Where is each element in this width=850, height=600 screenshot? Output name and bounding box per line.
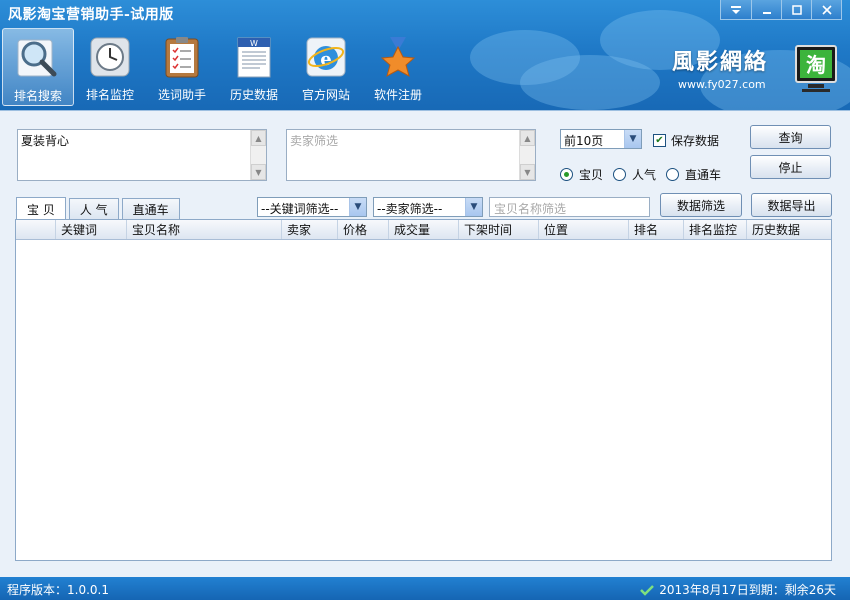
toolbar-register[interactable]: 软件注册 bbox=[362, 28, 434, 106]
window-controls bbox=[720, 0, 842, 20]
clipboard-icon bbox=[159, 34, 205, 80]
save-data-label: 保存数据 bbox=[671, 134, 720, 148]
mode-radio-ztc[interactable]: 直通车 bbox=[666, 166, 721, 183]
keyword-filter-select[interactable]: --关键词筛选-- ▼ bbox=[257, 197, 367, 217]
column-header[interactable]: 成交量 bbox=[389, 220, 459, 239]
save-data-checkbox[interactable]: ✔ 保存数据 bbox=[653, 132, 719, 149]
taobao-logo-icon: 淘 bbox=[794, 44, 838, 94]
check-shield-icon bbox=[640, 584, 655, 596]
checkmark-icon[interactable]: ✔ bbox=[653, 134, 666, 147]
expiry-text: 2013年8月17日到期：剩余26天 bbox=[659, 583, 836, 597]
result-tabs: 宝 贝 人 气 直通车 bbox=[16, 197, 183, 220]
column-header[interactable]: 宝贝名称 bbox=[127, 220, 282, 239]
tab-item[interactable]: 宝 贝 bbox=[16, 197, 66, 220]
chevron-down-icon[interactable]: ▼ bbox=[624, 130, 641, 148]
toolbar-rank-search[interactable]: 排名搜索 bbox=[2, 28, 74, 106]
toolbar-label: 排名搜索 bbox=[13, 89, 62, 103]
close-icon[interactable] bbox=[812, 0, 842, 20]
tab-ztc[interactable]: 直通车 bbox=[121, 198, 180, 220]
column-header[interactable]: 卖家 bbox=[282, 220, 338, 239]
pages-select[interactable]: 前10页 ▼ bbox=[560, 129, 642, 149]
toolbar-rank-monitor[interactable]: 排名监控 bbox=[74, 28, 146, 106]
chevron-down-icon[interactable]: ▼ bbox=[465, 198, 482, 216]
seller-filter-value: --卖家筛选-- bbox=[377, 202, 443, 216]
column-header[interactable]: 排名 bbox=[629, 220, 684, 239]
seller-scrollbar[interactable]: ▲ ▼ bbox=[519, 130, 535, 180]
toolbar-label: 选词助手 bbox=[157, 88, 206, 102]
document-icon: W bbox=[231, 34, 277, 80]
radio-selected-icon[interactable] bbox=[560, 168, 573, 181]
toolbar-label: 软件注册 bbox=[373, 88, 422, 102]
title-bar: 风影淘宝营销助手-试用版 排名搜索 排名监控 选词助手 W 历史数据 e 官方网… bbox=[0, 0, 850, 110]
clock-icon bbox=[87, 34, 133, 80]
data-export-button[interactable]: 数据导出 bbox=[751, 193, 832, 217]
main-toolbar: 排名搜索 排名监控 选词助手 W 历史数据 e 官方网站 软件注册 bbox=[2, 28, 434, 106]
svg-text:W: W bbox=[250, 39, 258, 48]
menu-dropdown-icon[interactable] bbox=[720, 0, 752, 20]
scroll-down-icon[interactable]: ▼ bbox=[251, 164, 266, 180]
expiry-info: 2013年8月17日到期：剩余26天 bbox=[640, 581, 836, 598]
toolbar-label: 官方网站 bbox=[301, 88, 350, 102]
toolbar-history-data[interactable]: W 历史数据 bbox=[218, 28, 290, 106]
svg-text:e: e bbox=[320, 49, 331, 70]
seller-filter-input[interactable]: 卖家筛选 ▲ ▼ bbox=[286, 129, 536, 181]
table-header: 关键词 宝贝名称 卖家 价格 成交量 下架时间 位置 排名 排名监控 历史数据 bbox=[16, 220, 831, 240]
mode-radio-item[interactable]: 宝贝 bbox=[560, 166, 603, 183]
toolbar-word-helper[interactable]: 选词助手 bbox=[146, 28, 218, 106]
column-header[interactable] bbox=[16, 220, 56, 239]
scroll-up-icon[interactable]: ▲ bbox=[520, 130, 535, 146]
medal-icon bbox=[375, 34, 421, 80]
mode-radio-popularity[interactable]: 人气 bbox=[613, 166, 656, 183]
status-bar: 程序版本：1.0.0.1 2013年8月17日到期：剩余26天 bbox=[0, 577, 850, 600]
toolbar-label: 历史数据 bbox=[229, 88, 278, 102]
svg-text:淘: 淘 bbox=[806, 53, 826, 77]
mode-radio-label: 直通车 bbox=[685, 168, 722, 182]
seller-filter-placeholder: 卖家筛选 bbox=[290, 134, 339, 148]
tab-popularity[interactable]: 人 气 bbox=[68, 198, 119, 220]
pages-select-value: 前10页 bbox=[564, 134, 604, 148]
column-header[interactable]: 下架时间 bbox=[459, 220, 539, 239]
radio-icon[interactable] bbox=[666, 168, 679, 181]
magnifier-icon bbox=[15, 35, 61, 81]
item-name-filter-input[interactable]: 宝贝名称筛选 bbox=[489, 197, 650, 217]
radio-icon[interactable] bbox=[613, 168, 626, 181]
data-filter-button[interactable]: 数据筛选 bbox=[660, 193, 742, 217]
column-header[interactable]: 排名监控 bbox=[684, 220, 747, 239]
toolbar-label: 排名监控 bbox=[85, 88, 134, 102]
query-button[interactable]: 查询 bbox=[750, 125, 831, 149]
scroll-up-icon[interactable]: ▲ bbox=[251, 130, 266, 146]
column-header[interactable]: 价格 bbox=[338, 220, 389, 239]
brand-name: 風影網絡 bbox=[672, 49, 769, 75]
seller-filter-select[interactable]: --卖家筛选-- ▼ bbox=[373, 197, 483, 217]
column-header[interactable]: 关键词 bbox=[56, 220, 127, 239]
column-header[interactable]: 位置 bbox=[539, 220, 629, 239]
keyword-input[interactable]: 夏装背心 ▲ ▼ bbox=[17, 129, 267, 181]
scroll-down-icon[interactable]: ▼ bbox=[520, 164, 535, 180]
keyword-scrollbar[interactable]: ▲ ▼ bbox=[250, 130, 266, 180]
stop-button[interactable]: 停止 bbox=[750, 155, 831, 179]
minimize-icon[interactable] bbox=[752, 0, 782, 20]
toolbar-official-site[interactable]: e 官方网站 bbox=[290, 28, 362, 106]
item-name-filter-placeholder: 宝贝名称筛选 bbox=[494, 202, 567, 216]
keyword-filter-value: --关键词筛选-- bbox=[261, 202, 339, 216]
version-label: 程序版本：1.0.0.1 bbox=[7, 583, 109, 597]
chevron-down-icon[interactable]: ▼ bbox=[349, 198, 366, 216]
keyword-value: 夏装背心 bbox=[21, 134, 70, 148]
app-title: 风影淘宝营销助手-试用版 bbox=[8, 7, 174, 23]
ie-browser-icon: e bbox=[303, 34, 349, 80]
mode-radio-label: 宝贝 bbox=[579, 168, 604, 182]
results-table[interactable]: 关键词 宝贝名称 卖家 价格 成交量 下架时间 位置 排名 排名监控 历史数据 bbox=[15, 219, 832, 561]
maximize-icon[interactable] bbox=[782, 0, 812, 20]
mode-radio-label: 人气 bbox=[632, 168, 657, 182]
brand-url: www.fy027.com bbox=[678, 78, 766, 91]
main-panel: 夏装背心 ▲ ▼ 卖家筛选 ▲ ▼ 前10页 ▼ ✔ 保存数据 宝贝 人气 直通… bbox=[0, 110, 850, 577]
column-header[interactable]: 历史数据 bbox=[747, 220, 831, 239]
